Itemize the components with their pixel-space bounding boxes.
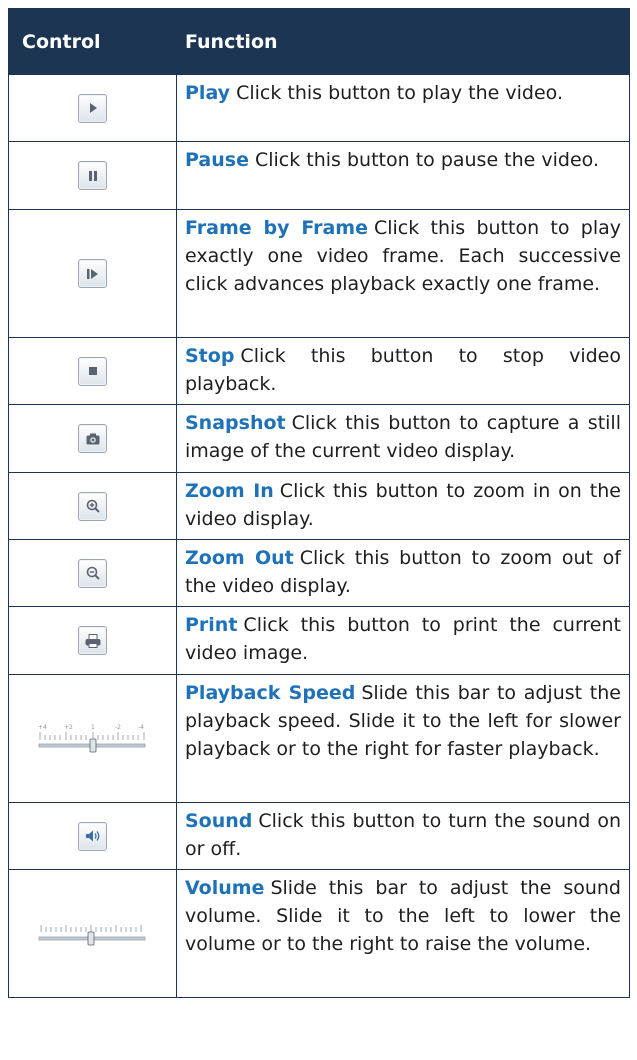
frame-by-frame-icon (78, 259, 107, 288)
function-cell: Sound Click this button to turn the sound… (177, 803, 629, 869)
control-cell (9, 75, 177, 141)
control-description: Click this button to stop video playback… (185, 345, 621, 395)
table-row: Play Click this button to play the video. (8, 75, 630, 142)
function-cell: Play Click this button to play the video. (177, 75, 629, 141)
function-cell: Volume Slide this bar to adjust the sound… (177, 870, 629, 997)
play-icon (78, 93, 107, 123)
control-name: Frame by Frame (185, 217, 368, 239)
control-name: Stop (185, 345, 235, 367)
control-description: Click this button to play the video. (236, 82, 563, 104)
control-cell (9, 803, 177, 869)
table-row: Print Click this button to print the curr… (8, 607, 630, 675)
svg-text:-4: -4 (138, 724, 144, 731)
table-row: Stop Click this button to stop video play… (8, 338, 630, 405)
speaker-icon (78, 821, 107, 851)
control-cell (9, 142, 177, 209)
stop-icon (78, 356, 107, 386)
header-control: Control (22, 30, 101, 53)
zoom-out-icon (78, 558, 107, 588)
table-row: Volume Slide this bar to adjust the sound… (8, 870, 630, 998)
function-cell: Zoom In Click this button to zoom in on t… (177, 473, 629, 539)
control-cell (9, 210, 177, 337)
svg-text:+4: +4 (38, 724, 47, 731)
zoom-in-icon (78, 491, 107, 521)
camera-icon (78, 424, 107, 453)
function-cell: Frame by Frame Click this button to play … (177, 210, 629, 337)
control-description: Click this button to print the current v… (185, 614, 621, 664)
control-name: Playback Speed (185, 682, 356, 704)
function-cell: Snapshot Click this button to capture a s… (177, 405, 629, 472)
header-function: Function (185, 30, 278, 53)
function-cell: Print Click this button to print the curr… (177, 607, 629, 674)
svg-text:+2: +2 (64, 724, 73, 731)
control-cell (9, 338, 177, 404)
printer-icon (78, 626, 107, 655)
control-name: Play (185, 82, 231, 104)
table-row: Sound Click this button to turn the sound… (8, 803, 630, 870)
control-cell (9, 870, 177, 997)
control-name: Print (185, 614, 238, 636)
control-cell (9, 607, 177, 674)
control-name: Zoom In (185, 480, 274, 502)
table-row: Zoom In Click this button to zoom in on t… (8, 473, 630, 540)
volume-slider-icon (38, 924, 145, 945)
table-row: Frame by Frame Click this button to play … (8, 210, 630, 338)
control-name: Snapshot (185, 412, 286, 434)
table-header: Control Function (8, 8, 630, 75)
control-description: Click this button to pause the video. (254, 149, 600, 171)
playback-speed-slider-icon: +4 +2 1 -2 -4 (38, 724, 145, 752)
svg-text:-2: -2 (115, 724, 121, 731)
controls-table: Control Function Play Click this button t… (8, 8, 630, 998)
pause-icon (78, 161, 107, 190)
function-cell: Playback Speed Slide this bar to adjust t… (177, 675, 629, 802)
table-row: Pause Click this button to pause the vide… (8, 142, 630, 210)
control-cell (9, 405, 177, 472)
table-row: +4 +2 1 -2 -4 Playback Speed Slide this … (8, 675, 630, 803)
table-row: Snapshot Click this button to capture a s… (8, 405, 630, 473)
control-name: Zoom Out (185, 547, 294, 569)
function-cell: Stop Click this button to stop video play… (177, 338, 629, 404)
control-cell (9, 473, 177, 539)
svg-text:1: 1 (91, 724, 95, 731)
control-cell: +4 +2 1 -2 -4 (9, 675, 177, 802)
table-row: Zoom Out Click this button to zoom out of… (8, 540, 630, 607)
control-name: Sound (185, 810, 253, 832)
function-cell: Pause Click this button to pause the vide… (177, 142, 629, 209)
control-name: Pause (185, 149, 249, 171)
function-cell: Zoom Out Click this button to zoom out of… (177, 540, 629, 606)
control-name: Volume (185, 877, 265, 899)
control-cell (9, 540, 177, 606)
